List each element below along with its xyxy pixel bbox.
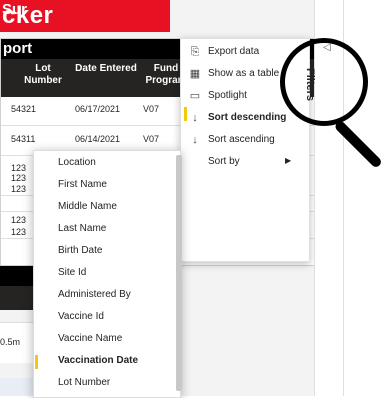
- sort-option-vaccination-date[interactable]: Vaccination Date: [34, 350, 180, 372]
- column-header-lot-number[interactable]: Lot Number: [15, 63, 71, 87]
- sort-option-lot-number[interactable]: Lot Number: [34, 372, 180, 394]
- submenu-scrollbar[interactable]: [176, 155, 182, 391]
- table-cell: 123: [11, 227, 27, 237]
- summary-visual-title: Sur: [2, 1, 28, 18]
- column-header-date-entered[interactable]: Date Entered: [73, 63, 139, 75]
- sort-option-location[interactable]: Location: [34, 152, 180, 174]
- table-cell: 123: [11, 184, 27, 194]
- table-cell: 06/14/2021: [75, 134, 121, 144]
- table-cell: 123: [11, 163, 27, 173]
- export-icon: ⎘: [190, 46, 200, 58]
- table-cell: 06/17/2021: [75, 104, 121, 114]
- sort-option-vaccine-name[interactable]: Vaccine Name: [34, 328, 180, 350]
- sort-ascending-icon: ↓: [192, 134, 198, 146]
- magnifier-lens-icon: [280, 38, 368, 126]
- sort-option-first-name[interactable]: First Name: [34, 174, 180, 196]
- active-indicator: [184, 107, 187, 121]
- menu-item-label: Spotlight: [208, 90, 247, 101]
- menu-item-label: Sort descending: [208, 112, 287, 123]
- spotlight-icon: ▭: [189, 90, 201, 102]
- table-cell: 123: [11, 215, 27, 225]
- table-cell: 54311: [11, 134, 36, 144]
- menu-item-label: Export data: [208, 46, 260, 57]
- chevron-right-icon: ▶: [285, 156, 292, 165]
- menu-item-label: Sort by: [208, 156, 240, 167]
- table-cell: V07: [143, 134, 160, 144]
- table-icon: ▦: [189, 68, 201, 80]
- sort-option-administered-by[interactable]: Administered By: [34, 284, 180, 306]
- sort-option-site-id[interactable]: Site Id: [34, 262, 180, 284]
- table-cell: V07: [143, 104, 160, 114]
- selected-indicator: [35, 355, 38, 369]
- menu-item-sort-by[interactable]: Sort by ▶: [181, 151, 309, 173]
- table-cell: 54321: [11, 104, 37, 114]
- sort-by-submenu: Location First Name Middle Name Last Nam…: [33, 150, 181, 398]
- visual-title: port: [3, 40, 33, 57]
- sort-option-last-name[interactable]: Last Name: [34, 218, 180, 240]
- menu-item-label: Sort ascending: [208, 134, 275, 145]
- summary-value: 0.5m: [0, 337, 21, 347]
- sort-option-middle-name[interactable]: Middle Name: [34, 196, 180, 218]
- menu-item-sort-ascending[interactable]: ↓ Sort ascending: [181, 129, 309, 151]
- sort-option-vaccine-id[interactable]: Vaccine Id: [34, 306, 180, 328]
- sort-option-birth-date[interactable]: Birth Date: [34, 240, 180, 262]
- table-cell: 123: [11, 173, 27, 183]
- menu-item-label: Show as a table: [208, 68, 280, 79]
- sort-descending-icon: ↓: [192, 112, 198, 124]
